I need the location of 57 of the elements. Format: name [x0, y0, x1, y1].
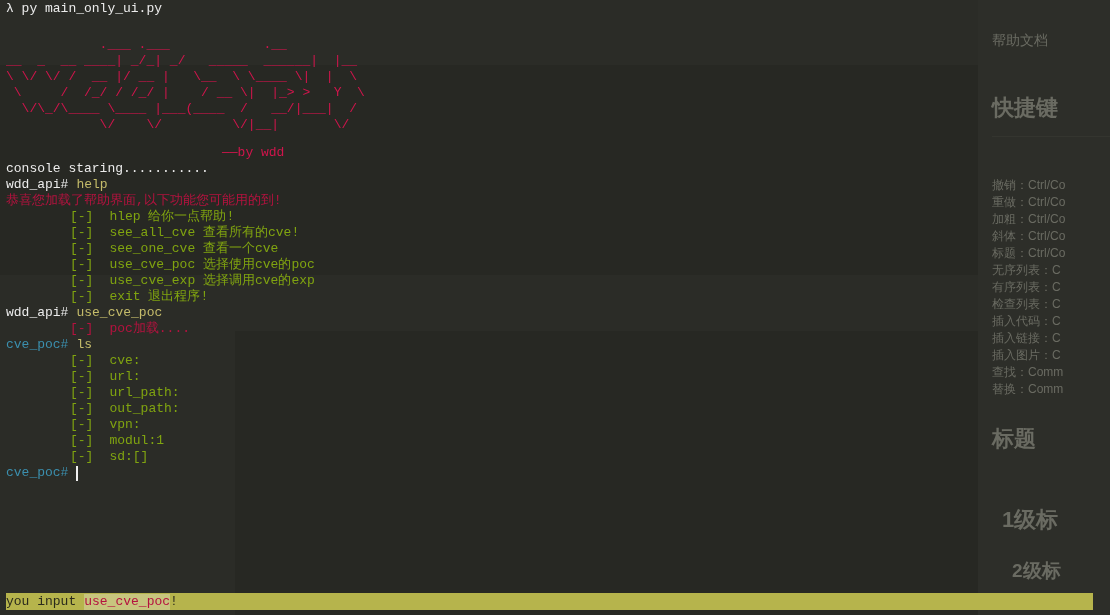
shortcut-text: 重做：Ctrl/Co [992, 194, 1066, 211]
console-line: sd:[] [109, 449, 149, 465]
shortcut-text: 有序列表：C [992, 279, 1061, 296]
console-line: modul:1 [109, 433, 164, 449]
console-line: url_path: [109, 385, 180, 401]
bullet-marker: [-] [70, 353, 94, 369]
bullet-marker: [-] [70, 385, 94, 401]
prompt: cve_poc# [6, 465, 69, 481]
console-line: use_cve_exp 选择调用cve的exp [109, 273, 315, 289]
shortcut-text: 撤销：Ctrl/Co [992, 177, 1066, 194]
bullet-marker: [-] [70, 289, 94, 305]
shortcut-text: 检查列表：C [992, 296, 1061, 313]
bullet-marker: [-] [70, 433, 94, 449]
ascii-art-title: .___ .___ .__ __ _ __ ____| _/_| _/ _____ ______| |__ \ \/ \/ / __ |/ __ | \__ \ \____ \| | \ \ / /_/ / /_/ | / __ \| |_> > Y \ \/\_/\____ \____ |___(____ / __/|___| / \/ \/ \/|__| \/ [6, 37, 365, 133]
bullet-marker: [-] [70, 209, 94, 225]
console-line: 恭喜您加载了帮助界面,以下功能您可能用的到! [6, 193, 282, 209]
console-line: see_one_cve 查看一个cve [109, 241, 279, 257]
command-text: use_cve_poc [76, 305, 163, 321]
panel-heading: 1级标 [1002, 506, 1059, 534]
status-label: you input [6, 593, 77, 610]
bullet-marker: [-] [70, 257, 94, 273]
command-text: help [76, 177, 108, 193]
console-line: use_cve_poc 选择使用cve的poc [109, 257, 315, 273]
console-line: console staring........... [6, 161, 209, 177]
bullet-marker: [-] [70, 449, 94, 465]
prompt: wdd_api# [6, 177, 69, 193]
shortcut-text: 斜体：Ctrl/Co [992, 228, 1066, 245]
shortcut-text: 无序列表：C [992, 262, 1061, 279]
bullet-marker: [-] [70, 369, 94, 385]
console-line: hlep 给你一点帮助! [109, 209, 235, 225]
status-value: use_cve_poc [84, 593, 171, 610]
console-line: vpn: [109, 417, 141, 433]
console-line: see_all_cve 查看所有的cve! [109, 225, 300, 241]
console-line: url: [109, 369, 141, 385]
shortcut-text: 标题：Ctrl/Co [992, 245, 1066, 262]
bullet-marker: [-] [70, 241, 94, 257]
bullet-marker: [-] [70, 321, 94, 337]
shortcut-text: 查找：Comm [992, 364, 1064, 381]
panel-heading: 快捷键 [992, 94, 1058, 122]
command-text: λ py main_only_ui.py [6, 1, 163, 17]
console-line: poc加载.... [109, 321, 190, 337]
shortcut-text: 加粗：Ctrl/Co [992, 211, 1066, 228]
panel-heading: 标题 [992, 425, 1036, 453]
status-suffix: ! [170, 593, 178, 610]
bullet-marker: [-] [70, 273, 94, 289]
bullet-marker: [-] [70, 225, 94, 241]
text-cursor [76, 465, 79, 481]
bullet-marker: [-] [70, 401, 94, 417]
prompt: cve_poc# [6, 337, 69, 353]
command-text: ls [76, 337, 93, 353]
prompt: wdd_api# [6, 305, 69, 321]
console-line: out_path: [109, 401, 180, 417]
bullet-marker: [-] [70, 417, 94, 433]
banner-credit: ——by wdd [222, 145, 285, 161]
panel-heading: 2级标 [1012, 560, 1061, 582]
console-line: cve: [109, 353, 141, 369]
console-line: exit 退出程序! [109, 289, 209, 305]
